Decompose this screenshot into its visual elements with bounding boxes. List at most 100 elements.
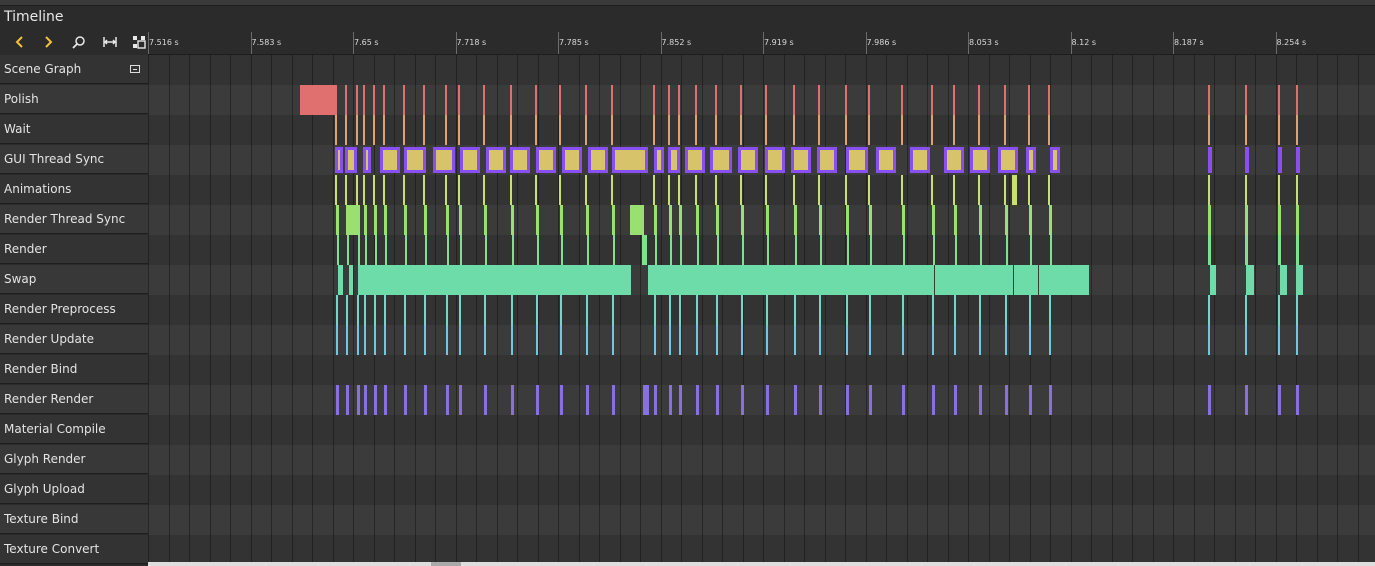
timeline-event[interactable] [364, 295, 366, 325]
timeline-event[interactable] [793, 115, 795, 145]
timeline-event[interactable] [510, 115, 512, 145]
timeline-event[interactable] [1004, 115, 1006, 145]
zoom-icon[interactable] [68, 30, 90, 54]
timeline-event[interactable] [954, 325, 956, 355]
timeline-event[interactable] [511, 385, 514, 415]
timeline-event[interactable] [1048, 115, 1050, 145]
timeline-event[interactable] [405, 235, 407, 265]
timeline-event[interactable] [766, 385, 769, 415]
timeline-event[interactable] [820, 235, 822, 265]
timeline-event[interactable] [484, 325, 486, 355]
timeline-event[interactable] [741, 295, 743, 325]
timeline-event[interactable] [612, 147, 648, 173]
timeline-event[interactable] [536, 147, 556, 173]
timeline-event[interactable] [512, 235, 514, 265]
timeline-event[interactable] [653, 175, 655, 205]
timeline-event[interactable] [404, 325, 406, 355]
select-range-icon[interactable] [128, 30, 150, 54]
timeline-event[interactable] [425, 265, 529, 295]
timeline-event[interactable] [954, 295, 956, 325]
timeline-event[interactable] [791, 147, 811, 173]
timeline-event[interactable] [511, 295, 513, 325]
timeline-event[interactable] [668, 85, 670, 115]
timeline-event[interactable] [335, 85, 337, 115]
timeline-event[interactable] [458, 175, 460, 205]
timeline-event[interactable] [383, 175, 385, 205]
timeline-event[interactable] [445, 85, 447, 115]
timeline-event[interactable] [738, 147, 758, 173]
timeline-event[interactable] [697, 235, 699, 265]
timeline-event[interactable] [1278, 235, 1281, 265]
timeline-event[interactable] [819, 295, 821, 325]
category-label[interactable]: Render Bind [0, 355, 148, 384]
category-label[interactable]: Wait [0, 115, 148, 144]
timeline-event[interactable] [668, 115, 670, 145]
timeline-event[interactable] [846, 385, 849, 415]
timeline-event[interactable] [1245, 115, 1247, 145]
timeline-event[interactable] [1245, 235, 1248, 265]
timeline-event[interactable] [910, 147, 930, 173]
timeline-event[interactable] [356, 175, 358, 205]
timeline-event[interactable] [970, 147, 990, 173]
timeline-event[interactable] [300, 85, 335, 115]
timeline-event[interactable] [846, 147, 868, 173]
timeline-event[interactable] [876, 147, 896, 173]
timeline-event[interactable] [537, 235, 539, 265]
timeline-event[interactable] [446, 325, 448, 355]
timeline-event[interactable] [383, 115, 385, 145]
timeline-event[interactable] [425, 235, 427, 265]
timeline-event[interactable] [586, 325, 588, 355]
timeline-event[interactable] [1245, 205, 1248, 235]
timeline-event[interactable] [345, 147, 357, 173]
timeline-event[interactable] [1005, 325, 1007, 355]
timeline-event[interactable] [1049, 385, 1052, 415]
timeline-event[interactable] [742, 235, 744, 265]
timeline-event[interactable] [766, 205, 769, 235]
timeline-event[interactable] [794, 295, 796, 325]
timeline-event[interactable] [1049, 295, 1051, 325]
timeline-event[interactable] [1029, 205, 1032, 235]
timeline-event[interactable] [716, 205, 719, 235]
category-label[interactable]: Render Render [0, 385, 148, 414]
timeline-event[interactable] [869, 385, 872, 415]
timeline-event[interactable] [561, 235, 563, 265]
timeline-event[interactable] [794, 385, 797, 415]
timeline-event[interactable] [1278, 325, 1280, 355]
timeline-event[interactable] [424, 205, 427, 235]
timeline-event[interactable] [818, 175, 820, 205]
timeline-event[interactable] [446, 385, 449, 415]
timeline-event[interactable] [585, 85, 587, 115]
timeline-event[interactable] [679, 295, 681, 325]
timeline-event[interactable] [357, 325, 359, 355]
timeline-event[interactable] [653, 115, 655, 145]
timeline-event[interactable] [696, 385, 699, 415]
timeline-event[interactable] [765, 85, 767, 115]
timeline-event[interactable] [483, 115, 485, 145]
timeline-event[interactable] [868, 175, 870, 205]
timeline-event[interactable] [585, 115, 587, 145]
timeline-event[interactable] [836, 265, 934, 295]
timeline-event[interactable] [932, 385, 935, 415]
timeline-event[interactable] [535, 85, 537, 115]
timeline-event[interactable] [364, 385, 367, 415]
timeline-event[interactable] [869, 325, 871, 355]
timeline-event[interactable] [587, 235, 589, 265]
timeline-lanes[interactable] [148, 55, 1375, 566]
timeline-event[interactable] [1210, 265, 1216, 295]
timeline-event[interactable] [384, 205, 387, 235]
timeline-event[interactable] [1208, 235, 1211, 265]
timeline-event[interactable] [1278, 175, 1280, 205]
timeline-event[interactable] [741, 205, 744, 235]
timeline-event[interactable] [1246, 265, 1254, 295]
timeline-event[interactable] [642, 235, 647, 265]
timeline-event[interactable] [346, 295, 348, 325]
timeline-event[interactable] [347, 235, 349, 265]
timeline-event[interactable] [1245, 147, 1249, 173]
timeline-event[interactable] [716, 385, 719, 415]
timeline-event[interactable] [536, 295, 538, 325]
timeline-event[interactable] [433, 147, 455, 173]
timeline-event[interactable] [1208, 295, 1210, 325]
timeline-event[interactable] [374, 325, 376, 355]
timeline-event[interactable] [380, 147, 400, 173]
timeline-event[interactable] [336, 325, 338, 355]
